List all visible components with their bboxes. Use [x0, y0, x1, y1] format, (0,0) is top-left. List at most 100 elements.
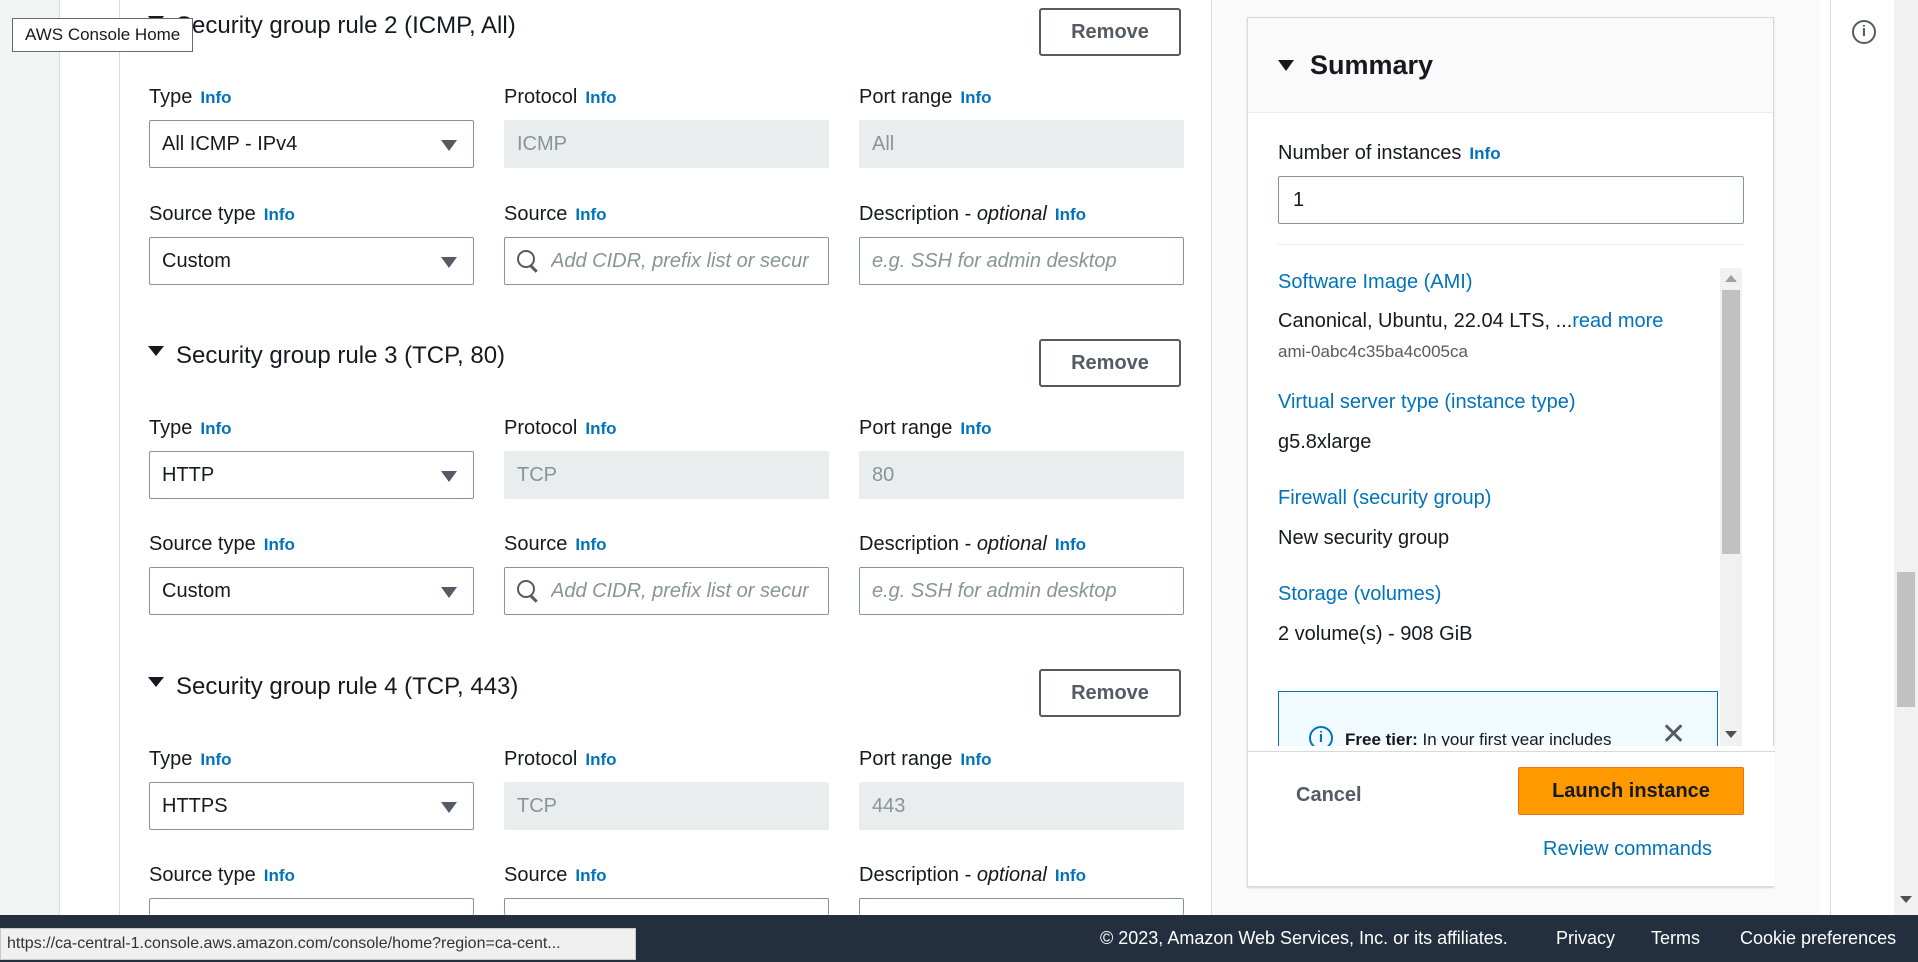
- number-of-instances-value: 1: [1293, 188, 1305, 211]
- ami-link[interactable]: Software Image (AMI): [1278, 271, 1473, 294]
- info-link[interactable]: Info: [960, 88, 991, 107]
- summary-scrollbar[interactable]: [1720, 268, 1742, 746]
- summary-header[interactable]: Summary: [1248, 18, 1773, 113]
- info-link[interactable]: Info: [200, 750, 231, 769]
- info-link[interactable]: Info: [585, 419, 616, 438]
- terms-link[interactable]: Terms: [1651, 928, 1700, 949]
- help-rail: [1830, 0, 1900, 915]
- info-icon[interactable]: i: [1852, 20, 1876, 44]
- instance-type-link[interactable]: Virtual server type (instance type): [1278, 391, 1576, 414]
- launch-instance-button[interactable]: Launch instance: [1518, 767, 1744, 815]
- firewall-value: New security group: [1278, 527, 1450, 549]
- page-scrollbar[interactable]: [1894, 0, 1918, 915]
- description-input[interactable]: e.g. SSH for admin desktop: [859, 567, 1184, 615]
- scroll-up-arrow-icon[interactable]: [1725, 275, 1737, 282]
- rule-header[interactable]: Security group rule 4 (TCP, 443): [148, 673, 518, 701]
- scrollbar-thumb[interactable]: [1897, 572, 1915, 707]
- description-label: Description - optional Info: [859, 533, 1087, 555]
- source-input[interactable]: [504, 898, 829, 915]
- source-type-value: Custom: [162, 579, 231, 602]
- info-link[interactable]: Info: [264, 866, 295, 885]
- protocol-field: TCP: [504, 782, 829, 830]
- info-link[interactable]: Info: [585, 88, 616, 107]
- type-select-value: HTTPS: [162, 794, 228, 817]
- remove-rule-button[interactable]: Remove: [1039, 8, 1181, 56]
- port-range-field: 80: [859, 451, 1184, 499]
- info-link[interactable]: Info: [575, 205, 606, 224]
- rule-title: Security group rule 4 (TCP, 443): [176, 673, 519, 700]
- info-link[interactable]: Info: [1055, 535, 1086, 554]
- source-placeholder: Add CIDR, prefix list or secur: [551, 579, 809, 602]
- rule-header[interactable]: Security group rule 3 (TCP, 80): [148, 342, 505, 370]
- info-link[interactable]: Info: [585, 750, 616, 769]
- info-link[interactable]: Info: [575, 866, 606, 885]
- info-link[interactable]: Info: [960, 419, 991, 438]
- info-link[interactable]: Info: [264, 205, 295, 224]
- description-placeholder: e.g. SSH for admin desktop: [872, 249, 1117, 272]
- remove-rule-button[interactable]: Remove: [1039, 669, 1181, 717]
- source-input[interactable]: Add CIDR, prefix list or secur: [504, 237, 829, 285]
- port-range-value: 443: [872, 794, 906, 817]
- cookie-preferences-link[interactable]: Cookie preferences: [1740, 928, 1896, 949]
- storage-link[interactable]: Storage (volumes): [1278, 583, 1441, 606]
- cancel-button[interactable]: Cancel: [1296, 784, 1362, 807]
- search-icon: [517, 250, 539, 272]
- info-link[interactable]: Info: [1055, 866, 1086, 885]
- scroll-down-arrow-icon[interactable]: [1725, 731, 1737, 738]
- remove-rule-button[interactable]: Remove: [1039, 339, 1181, 387]
- instance-type-value: g5.8xlarge: [1278, 431, 1372, 453]
- info-link[interactable]: Info: [960, 750, 991, 769]
- protocol-label: Protocol Info: [504, 86, 617, 108]
- status-bar-url: https://ca-central-1.console.aws.amazon.…: [0, 928, 636, 960]
- description-label: Description - optional Info: [859, 203, 1087, 225]
- source-input[interactable]: Add CIDR, prefix list or secur: [504, 567, 829, 615]
- type-select[interactable]: HTTP: [149, 451, 474, 499]
- description-placeholder: e.g. SSH for admin desktop: [872, 579, 1117, 602]
- info-link[interactable]: Info: [264, 535, 295, 554]
- caret-down-icon: [441, 802, 457, 813]
- type-label: Type Info: [149, 748, 232, 770]
- description-input[interactable]: e.g. SSH for admin desktop: [859, 237, 1184, 285]
- firewall-link[interactable]: Firewall (security group): [1278, 487, 1491, 510]
- caret-down-icon: [441, 140, 457, 151]
- source-type-select[interactable]: Custom: [149, 237, 474, 285]
- info-link[interactable]: Info: [1055, 205, 1086, 224]
- left-gutter: [0, 0, 60, 915]
- search-icon: [517, 580, 539, 602]
- rule-header[interactable]: Security group rule 2 (ICMP, All): [148, 12, 516, 40]
- summary-title: Summary: [1310, 49, 1434, 80]
- description-input[interactable]: [859, 898, 1184, 915]
- type-select[interactable]: All ICMP - IPv4: [149, 120, 474, 168]
- type-select-value: HTTP: [162, 463, 215, 486]
- protocol-label: Protocol Info: [504, 748, 617, 770]
- type-label: Type Info: [149, 86, 232, 108]
- source-type-value: Custom: [162, 249, 231, 272]
- scroll-down-arrow-icon[interactable]: [1900, 896, 1912, 903]
- summary-panel: Summary Number of instances Info 1 Softwa…: [1247, 17, 1775, 887]
- scrollbar-thumb[interactable]: [1722, 290, 1740, 554]
- type-select[interactable]: HTTPS: [149, 782, 474, 830]
- read-more-link[interactable]: read more: [1572, 310, 1663, 332]
- number-of-instances-label: Number of instances Info: [1278, 142, 1501, 164]
- port-range-field: 443: [859, 782, 1184, 830]
- number-of-instances-input[interactable]: 1: [1278, 176, 1744, 224]
- info-link[interactable]: Info: [1469, 144, 1500, 163]
- review-commands-link[interactable]: Review commands: [1543, 838, 1712, 861]
- protocol-value: TCP: [517, 463, 557, 486]
- port-range-value: All: [872, 132, 895, 155]
- info-link[interactable]: Info: [200, 88, 231, 107]
- port-range-label: Port range Info: [859, 748, 992, 770]
- protocol-label: Protocol Info: [504, 417, 617, 439]
- privacy-link[interactable]: Privacy: [1556, 928, 1615, 949]
- rule-title: Security group rule 3 (TCP, 80): [176, 342, 506, 369]
- info-link[interactable]: Info: [575, 535, 606, 554]
- caret-down-icon: [441, 471, 457, 482]
- caret-down-icon[interactable]: [148, 677, 164, 687]
- caret-down-icon[interactable]: [148, 346, 164, 356]
- source-placeholder: Add CIDR, prefix list or secur: [551, 249, 809, 272]
- source-type-select[interactable]: [149, 898, 474, 915]
- port-range-field: All: [859, 120, 1184, 168]
- caret-down-icon[interactable]: [1278, 59, 1294, 71]
- source-type-select[interactable]: Custom: [149, 567, 474, 615]
- info-link[interactable]: Info: [200, 419, 231, 438]
